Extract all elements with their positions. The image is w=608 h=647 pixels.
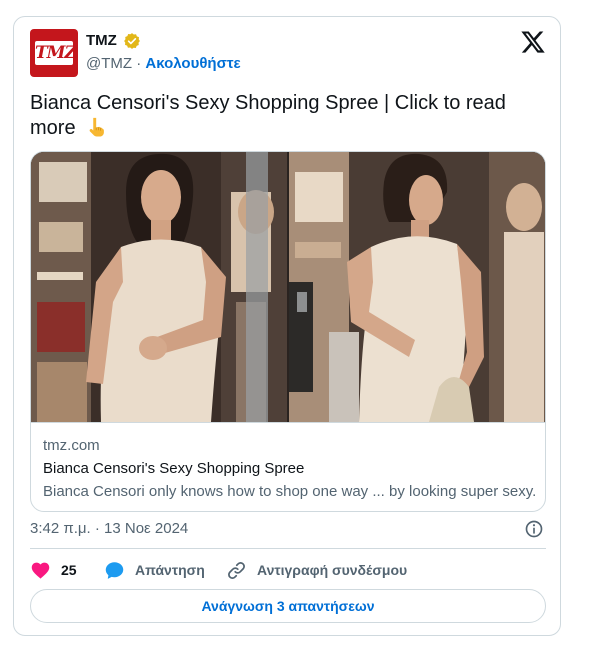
link-domain: tmz.com [43, 437, 100, 454]
tweet-text: Bianca Censori's Sexy Shopping Spree | C… [30, 91, 530, 141]
link-title: Bianca Censori's Sexy Shopping Spree [43, 460, 305, 477]
photo-right[interactable] [289, 152, 546, 422]
copy-link-label: Αντιγραφή συνδέσμου [257, 562, 408, 578]
handle-separator: · [136, 55, 142, 72]
heart-icon [31, 562, 50, 579]
read-replies-button[interactable]: Ανάγνωση 3 απαντήσεων [30, 589, 546, 623]
tweet-header: TMZ TMZ @TMZ · Ακολουθήστε [30, 29, 546, 79]
media-gallery[interactable] [31, 152, 546, 422]
like-button[interactable]: 25 [30, 558, 77, 582]
tweet-timestamp[interactable]: 3:42 π.μ. · 13 Νοε 2024 [30, 520, 188, 537]
pointing-down-emoji-icon [89, 117, 105, 137]
link-description: Bianca Censori only knows how to shop on… [43, 483, 537, 500]
copy-link-button[interactable]: Αντιγραφή συνδέσμου [226, 558, 407, 582]
verified-badge-icon [124, 33, 140, 49]
photo-left[interactable] [31, 152, 287, 422]
avatar[interactable]: TMZ [30, 29, 78, 77]
tmz-logo: TMZ [35, 43, 77, 63]
link-preview-meta: tmz.com Bianca Censori's Sexy Shopping S… [31, 422, 545, 511]
link-preview-card[interactable]: tmz.com Bianca Censori's Sexy Shopping S… [30, 151, 546, 512]
reply-label: Απάντηση [135, 562, 205, 578]
speech-bubble-icon [105, 561, 124, 579]
action-bar: 25 Απάντηση Αντιγραφή συνδέσμου [30, 558, 546, 582]
info-icon[interactable] [524, 519, 544, 539]
embedded-tweet-card: TMZ TMZ @TMZ · Ακολουθήστε Bianca Censor… [13, 16, 561, 636]
follow-button[interactable]: Ακολουθήστε [145, 55, 240, 72]
divider [30, 548, 546, 549]
handle-row: @TMZ · Ακολουθήστε [86, 55, 241, 72]
author-handle[interactable]: @TMZ [86, 55, 132, 72]
author-name[interactable]: TMZ [86, 32, 117, 49]
x-logo-icon[interactable] [520, 29, 546, 55]
link-icon [228, 561, 245, 579]
reply-button[interactable]: Απάντηση [104, 558, 205, 582]
like-count: 25 [61, 562, 77, 578]
